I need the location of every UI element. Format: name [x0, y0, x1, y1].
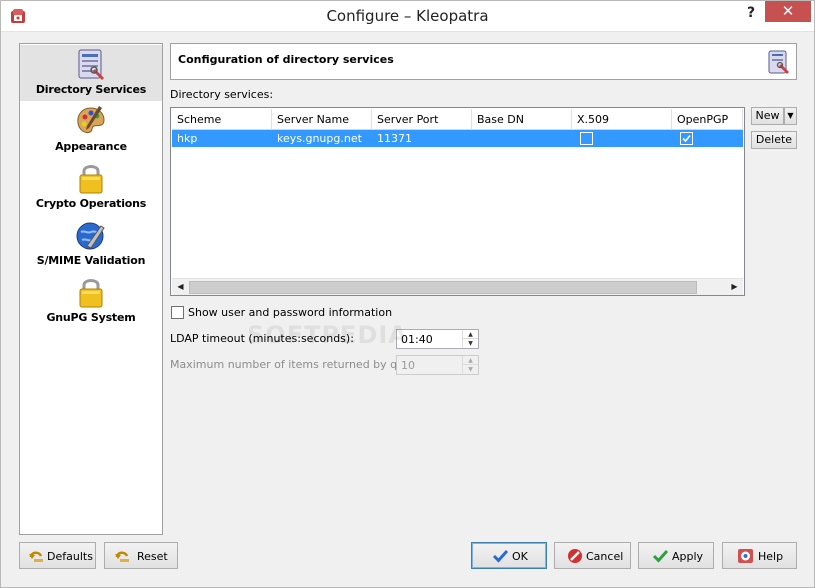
spin-down-icon[interactable]: ▼ — [463, 339, 478, 348]
sidebar-item-label: Directory Services — [35, 83, 147, 96]
cancel-label: Cancel — [586, 550, 624, 563]
table-header: Scheme Server Name Server Port Base DN X… — [172, 109, 743, 130]
column-header-scheme[interactable]: Scheme — [172, 109, 272, 130]
new-button[interactable]: New — [751, 107, 784, 125]
directory-services-label: Directory services: — [170, 88, 274, 101]
column-header-base-dn[interactable]: Base DN — [472, 109, 572, 130]
reset-button[interactable]: Reset — [104, 542, 178, 569]
ok-button[interactable]: OK — [471, 542, 547, 569]
spin-buttons: ▲ ▼ — [462, 356, 478, 374]
help-label: Help — [758, 550, 784, 563]
directory-services-table[interactable]: Scheme Server Name Server Port Base DN X… — [170, 107, 745, 296]
ldap-timeout-spinbox[interactable]: 01:40 ▲ ▼ — [396, 329, 479, 349]
apply-button[interactable]: Apply — [638, 542, 714, 569]
sidebar-item-directory-services[interactable]: Directory Services — [20, 45, 162, 101]
max-items-label: Maximum number of items returned by quer… — [170, 358, 425, 371]
column-header-server-name[interactable]: Server Name — [272, 109, 372, 130]
cancel-button[interactable]: Cancel — [554, 542, 631, 569]
column-header-openpgp[interactable]: OpenPGP — [672, 109, 743, 130]
help-title-button[interactable]: ? — [739, 1, 763, 23]
undo-arrow-icon — [29, 551, 43, 562]
x509-checkbox[interactable] — [580, 132, 593, 145]
column-header-x509[interactable]: X.509 — [572, 109, 672, 130]
title-bar: Configure – Kleopatra ? ✕ — [1, 1, 814, 32]
spin-up-icon[interactable]: ▲ — [463, 356, 478, 365]
ok-label: OK — [512, 550, 528, 563]
palette-icon — [77, 106, 105, 133]
defaults-button[interactable]: Defaults — [19, 542, 96, 569]
scroll-right-arrow-icon[interactable]: ▶ — [726, 279, 743, 296]
new-dropdown-arrow-icon[interactable]: ▼ — [784, 107, 797, 125]
max-items-value[interactable]: 10 — [401, 359, 415, 372]
max-items-spinbox[interactable]: 10 ▲ ▼ — [396, 355, 479, 375]
directory-services-icon — [768, 50, 789, 74]
show-user-password-checkbox[interactable] — [171, 306, 184, 319]
help-lifebuoy-icon — [738, 549, 753, 563]
page-header: Configuration of directory services — [170, 43, 797, 80]
sidebar-item-crypto-operations[interactable]: Crypto Operations — [20, 159, 162, 215]
sidebar-item-label: GnuPG System — [46, 311, 136, 324]
sidebar: Directory Services Appearance Crypto Ope… — [19, 43, 163, 535]
softpedia-watermark: SOFTPEDIA — [247, 321, 408, 349]
close-button[interactable]: ✕ — [765, 1, 811, 22]
checkmark-icon — [682, 134, 691, 143]
page-title: Configuration of directory services — [178, 53, 394, 66]
cancel-icon — [568, 549, 582, 563]
padlock-icon — [79, 279, 103, 308]
window-title: Configure – Kleopatra — [326, 7, 489, 25]
sidebar-item-gnupg-system[interactable]: GnuPG System — [20, 273, 162, 329]
column-header-server-port[interactable]: Server Port — [372, 109, 472, 130]
defaults-label: Defaults — [47, 550, 93, 563]
reset-label: Reset — [137, 550, 168, 563]
sidebar-item-appearance[interactable]: Appearance — [20, 102, 162, 158]
checkmark-icon — [492, 549, 509, 563]
globe-wrench-icon — [76, 222, 105, 250]
checkmark-icon — [652, 549, 669, 563]
show-user-password-label[interactable]: Show user and password information — [188, 306, 392, 319]
configure-window: Configure – Kleopatra ? ✕ Directory Serv… — [0, 0, 815, 588]
sidebar-item-smime-validation[interactable]: S/MIME Validation — [20, 216, 162, 272]
scroll-left-arrow-icon[interactable]: ◀ — [172, 279, 189, 296]
padlock-icon — [79, 165, 103, 194]
cell-server-port[interactable]: 11371 — [377, 132, 412, 145]
sidebar-item-label: S/MIME Validation — [36, 254, 146, 267]
sidebar-item-label: Appearance — [55, 140, 127, 153]
spin-buttons: ▲ ▼ — [462, 330, 478, 348]
cell-server-name[interactable]: keys.gnupg.net — [277, 132, 362, 145]
horizontal-scrollbar[interactable]: ◀ ▶ — [172, 278, 743, 295]
scrollbar-thumb[interactable] — [189, 281, 697, 294]
spin-up-icon[interactable]: ▲ — [463, 330, 478, 339]
openpgp-checkbox[interactable] — [680, 132, 693, 145]
help-button[interactable]: Help — [722, 542, 797, 569]
cell-scheme[interactable]: hkp — [177, 132, 197, 145]
table-row[interactable]: hkp keys.gnupg.net 11371 — [172, 130, 743, 147]
sidebar-item-label: Crypto Operations — [35, 197, 147, 210]
delete-button[interactable]: Delete — [751, 131, 797, 149]
apply-label: Apply — [672, 550, 704, 563]
directory-services-icon — [78, 49, 104, 80]
spin-down-icon[interactable]: ▼ — [463, 365, 478, 374]
undo-arrow-icon — [115, 551, 129, 562]
